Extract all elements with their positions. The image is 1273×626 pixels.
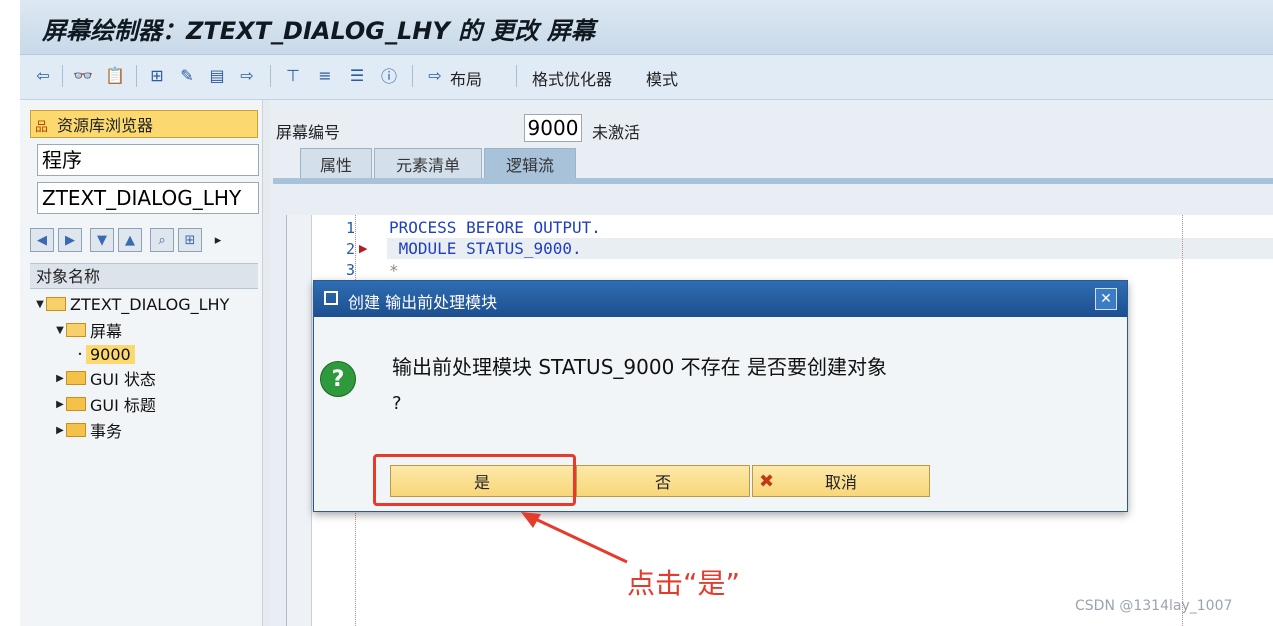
tree-item-label: ZTEXT_DIALOG_LHY: [70, 294, 230, 314]
status-text: 未激活: [592, 123, 641, 142]
code-line: *: [389, 261, 399, 280]
expanded-arrow-icon: ▼: [36, 298, 44, 310]
cancel-icon: ✖: [759, 471, 775, 492]
dialog-window-icon: [324, 291, 338, 305]
highlight-box: [373, 454, 576, 506]
close-icon[interactable]: ✕: [1095, 288, 1117, 310]
code-text: MODULE STATUS_9000.: [389, 239, 582, 258]
tree-item-program[interactable]: ▼ ZTEXT_DIALOG_LHY: [30, 292, 262, 316]
nav-back-icon[interactable]: ◀: [30, 228, 54, 252]
tab-flow-logic[interactable]: 逻辑流: [484, 148, 576, 178]
tree-item-label: GUI 标题: [90, 396, 156, 415]
info-icon[interactable]: ⓘ: [378, 64, 400, 86]
code-line: PROCESS BEFORE OUTPUT.: [389, 218, 601, 237]
align-icon[interactable]: ≡: [314, 64, 336, 86]
editor-gutter: [287, 215, 312, 626]
format-optimizer-button[interactable]: 格式优化器: [532, 66, 612, 90]
toolbar-separator: [516, 65, 517, 87]
mode-button[interactable]: 模式: [646, 66, 678, 90]
folder-open-icon: [66, 323, 86, 337]
tree-item-label: 屏幕: [90, 322, 123, 341]
object-name-field[interactable]: ZTEXT_DIALOG_LHY: [37, 182, 259, 214]
toolbar-separator: [136, 65, 137, 87]
object-navigator: 品 资源库浏览器 程序 ZTEXT_DIALOG_LHY ◀ ▶ ▼ ▲ ⌕ ⊞…: [20, 100, 262, 626]
question-icon: ?: [320, 361, 356, 397]
line-number: 1: [345, 219, 355, 237]
folder-icon: [66, 397, 86, 411]
collapse-up-icon[interactable]: ▲: [118, 228, 142, 252]
hierarchy-icon[interactable]: ⊞: [146, 64, 168, 86]
object-name-header: 对象名称: [30, 263, 258, 289]
tab-attributes[interactable]: 属性: [300, 148, 372, 178]
transport-icon[interactable]: ⇨: [236, 64, 258, 86]
dialog-message: 输出前处理模块 STATUS_9000 不存在 是否要创建对象: [392, 355, 888, 379]
tree-item-screens[interactable]: ▼ 屏幕: [30, 318, 282, 342]
toolbar-separator: [270, 65, 271, 87]
hierarchy-icon: 品: [35, 120, 49, 135]
expand-down-icon[interactable]: ▼: [90, 228, 114, 252]
monitor-icon[interactable]: ▤: [206, 64, 228, 86]
clipboard-icon[interactable]: 📋: [104, 64, 126, 86]
binoculars-icon[interactable]: ⌕: [150, 228, 174, 252]
more-arrow-icon[interactable]: ▸: [206, 228, 230, 252]
right-margin-line: [1182, 215, 1183, 626]
cancel-label: 取消: [824, 473, 857, 492]
folder-open-icon: [46, 297, 66, 311]
application-toolbar: ⇦ 👓 📋 ⊞ ✎ ▤ ⇨ ⊤ ≡ ☰ ⓘ ⇨ 布局 格式优化器 模式: [20, 55, 1273, 100]
annotation-text: 点击“是”: [627, 567, 741, 600]
tree-settings-icon[interactable]: ⊞: [178, 228, 202, 252]
layout-button[interactable]: 布局: [450, 66, 482, 90]
tree-item-label: 9000: [86, 344, 135, 364]
breakpoint-arrow-icon: ▶: [359, 242, 368, 255]
expanded-arrow-icon: ▼: [56, 324, 64, 336]
dialog-title: 创建 输出前处理模块: [348, 293, 498, 312]
annotation-arrow: [521, 512, 628, 564]
folder-icon: [66, 371, 86, 385]
line-number: 2: [345, 240, 355, 258]
collapsed-arrow-icon: ▶: [56, 372, 64, 384]
object-type-field[interactable]: 程序: [37, 144, 259, 176]
folder-icon: [66, 423, 86, 437]
repository-browser-button[interactable]: 品 资源库浏览器: [30, 110, 258, 138]
code-line: MODULE STATUS_9000.: [389, 239, 582, 258]
dialog-message-line2: ?: [392, 393, 402, 414]
line-number: 3: [345, 261, 355, 279]
window-title: 屏幕绘制器：ZTEXT_DIALOG_LHY 的 更改 屏幕: [42, 17, 595, 45]
collapsed-arrow-icon: ▶: [56, 424, 64, 436]
tree-item-transactions[interactable]: ▶ 事务: [30, 418, 282, 442]
tree-item-gui-status[interactable]: ▶ GUI 状态: [30, 366, 282, 390]
tab-strip-underline: [273, 178, 1273, 184]
dialog-title-bar[interactable]: 创建 输出前处理模块 ✕: [314, 281, 1127, 317]
magic-wand-icon[interactable]: ✎: [176, 64, 198, 86]
tree-item-label: GUI 状态: [90, 370, 156, 389]
org-chart-icon[interactable]: ⊤: [282, 64, 304, 86]
leaf-dot-icon: •: [77, 349, 83, 359]
list-icon[interactable]: ☰: [346, 64, 368, 86]
toolbar-separator: [62, 65, 63, 87]
back-icon[interactable]: ⇦: [32, 64, 54, 86]
screen-number-label: 屏幕编号: [276, 123, 341, 142]
no-button[interactable]: 否: [576, 465, 750, 497]
cancel-button[interactable]: ✖ 取消: [752, 465, 930, 497]
glasses-icon[interactable]: 👓: [72, 64, 94, 86]
tree-item-gui-title[interactable]: ▶ GUI 标题: [30, 392, 282, 416]
layout-arrow-icon: ⇨: [428, 65, 442, 85]
repository-browser-label: 资源库浏览器: [57, 116, 154, 135]
screen-number-field[interactable]: 9000: [524, 114, 582, 142]
toolbar-separator: [412, 65, 413, 87]
nav-forward-icon[interactable]: ▶: [58, 228, 82, 252]
collapsed-arrow-icon: ▶: [56, 398, 64, 410]
tab-element-list[interactable]: 元素清单: [374, 148, 482, 178]
watermark: CSDN @1314lay_1007: [1075, 598, 1233, 614]
title-bar: 屏幕绘制器：ZTEXT_DIALOG_LHY 的 更改 屏幕: [20, 0, 1273, 55]
tree-item-label: 事务: [90, 422, 123, 441]
